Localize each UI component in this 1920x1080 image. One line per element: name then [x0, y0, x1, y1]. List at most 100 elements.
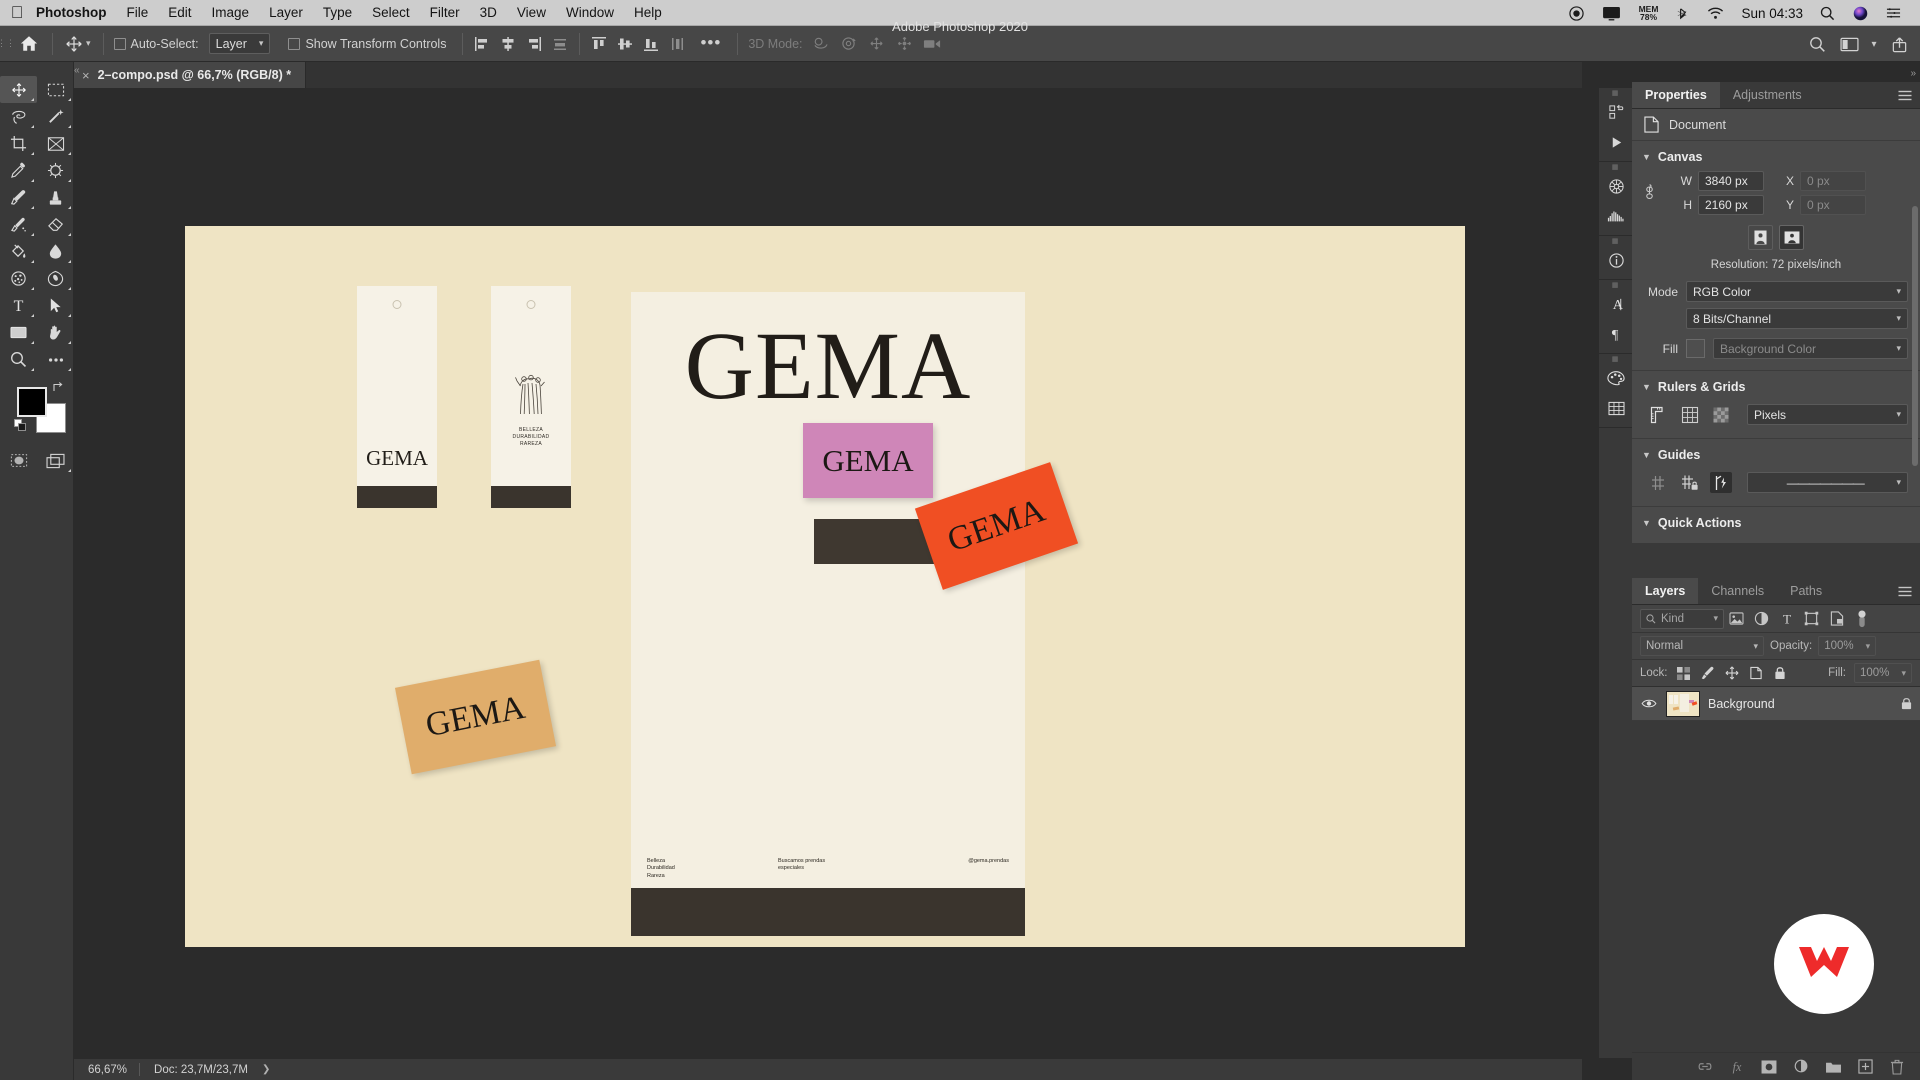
show-rulers-icon[interactable]: [1648, 404, 1670, 425]
align-left-edges-icon[interactable]: [469, 31, 495, 57]
tool-rectangular-marquee[interactable]: [37, 76, 74, 103]
link-dimensions-icon[interactable]: [1632, 183, 1666, 203]
distribute-horizontal-icon[interactable]: [547, 31, 573, 57]
reset-colors-icon[interactable]: [14, 419, 27, 432]
align-horizontal-centers-icon[interactable]: [495, 31, 521, 57]
menu-filter[interactable]: Filter: [420, 0, 470, 26]
tool-eraser[interactable]: [37, 211, 74, 238]
show-transform-checkbox-group[interactable]: Show Transform Controls: [284, 37, 450, 51]
memory-indicator[interactable]: MEM 78%: [1630, 0, 1668, 26]
menu-help[interactable]: Help: [624, 0, 672, 26]
tabbar-collapse-icon[interactable]: «: [74, 65, 80, 76]
menu-view[interactable]: View: [507, 0, 556, 26]
lock-artboard-nesting-icon[interactable]: [1748, 664, 1764, 682]
lock-position-icon[interactable]: [1724, 664, 1740, 682]
landscape-orientation-button[interactable]: [1779, 225, 1804, 250]
auto-select-scope-dropdown[interactable]: Layer ▾: [208, 33, 271, 54]
new-adjustment-layer-icon[interactable]: [1792, 1058, 1810, 1076]
tab-channels[interactable]: Channels: [1698, 578, 1777, 604]
3d-slide-icon[interactable]: [891, 31, 919, 57]
properties-scrollbar[interactable]: [1912, 206, 1918, 466]
bit-depth-dropdown[interactable]: 8 Bits/Channel ▾: [1686, 308, 1908, 329]
3d-camera-icon[interactable]: [919, 31, 947, 57]
artwork-card-tan[interactable]: GEMA: [394, 659, 557, 775]
tool-pen[interactable]: [37, 265, 74, 292]
artwork-card-pink[interactable]: GEMA: [803, 423, 933, 498]
menu-photoshop[interactable]: Photoshop: [26, 0, 117, 26]
section-canvas-header[interactable]: ▼ Canvas: [1632, 141, 1920, 169]
color-wheel-icon[interactable]: [1599, 171, 1633, 201]
add-layer-mask-icon[interactable]: [1760, 1058, 1778, 1076]
align-vertical-centers-icon[interactable]: [612, 31, 638, 57]
properties-panel-menu-icon[interactable]: [1898, 82, 1912, 109]
zoom-level[interactable]: 66,67%: [74, 1064, 139, 1076]
layer-row-background[interactable]: Background: [1632, 687, 1920, 721]
tool-brush[interactable]: [0, 184, 37, 211]
filter-pixel-layers-icon[interactable]: [1724, 606, 1749, 632]
menu-file[interactable]: File: [117, 0, 159, 26]
rail-grip[interactable]: ▦: [1599, 236, 1632, 245]
lock-transparent-pixels-icon[interactable]: [1676, 664, 1692, 682]
bluetooth-icon[interactable]: [1667, 0, 1698, 26]
histogram-icon[interactable]: [1599, 201, 1633, 231]
more-options-button[interactable]: •••: [690, 34, 731, 51]
show-transform-checkbox[interactable]: [288, 37, 301, 50]
history-icon[interactable]: [1599, 97, 1633, 127]
display-icon[interactable]: [1593, 0, 1630, 26]
artwork-tag-illustrated[interactable]: BELLEZA DURABILIDAD RAREZA: [491, 286, 571, 508]
filter-adjustment-layers-icon[interactable]: [1749, 606, 1774, 632]
auto-select-checkbox[interactable]: [113, 37, 126, 50]
paragraph-panel-icon[interactable]: ¶: [1599, 319, 1633, 349]
layer-filter-kind-dropdown[interactable]: Kind ▾: [1640, 608, 1724, 629]
opacity-value-field[interactable]: 100% ▾: [1818, 636, 1877, 656]
new-group-icon[interactable]: [1824, 1058, 1842, 1076]
foreground-color-swatch[interactable]: [17, 387, 47, 417]
lock-all-icon[interactable]: [1772, 664, 1788, 682]
menu-edit[interactable]: Edit: [158, 0, 201, 26]
menu-image[interactable]: Image: [202, 0, 260, 26]
fill-color-swatch[interactable]: [1686, 339, 1705, 358]
ruler-units-dropdown[interactable]: Pixels ▾: [1747, 404, 1908, 425]
tool-eyedropper[interactable]: [0, 157, 37, 184]
tool-zoom[interactable]: [0, 346, 37, 373]
lock-image-pixels-icon[interactable]: [1700, 664, 1716, 682]
active-tool-move[interactable]: ▾: [59, 35, 97, 53]
home-button[interactable]: [12, 26, 46, 62]
fill-source-dropdown[interactable]: Background Color ▾: [1713, 338, 1908, 359]
filter-type-layers-icon[interactable]: T: [1774, 606, 1799, 632]
options-bar-grip[interactable]: ⋮⋮: [0, 26, 15, 62]
menu-clock[interactable]: Sun 04:33: [1733, 6, 1811, 21]
workspace-layout-icon[interactable]: [1834, 29, 1864, 59]
3d-roll-icon[interactable]: [835, 31, 863, 57]
status-expand-icon[interactable]: ❯: [262, 1064, 270, 1075]
document-tab[interactable]: × 2–compo.psd @ 66,7% (RGB/8) *: [74, 62, 307, 88]
swatches-palette-icon[interactable]: [1599, 363, 1633, 393]
layers-panel-menu-icon[interactable]: [1898, 578, 1912, 605]
tool-gradient-paint-bucket[interactable]: [0, 238, 37, 265]
menu-select[interactable]: Select: [362, 0, 420, 26]
3d-pan-icon[interactable]: [863, 31, 891, 57]
canvas-height-input[interactable]: 2160 px: [1698, 195, 1764, 215]
rail-grip[interactable]: ▦: [1599, 162, 1632, 171]
close-icon[interactable]: ×: [82, 68, 90, 83]
tool-magic-wand[interactable]: [37, 103, 74, 130]
tab-properties[interactable]: Properties: [1632, 82, 1720, 108]
tool-clone-stamp[interactable]: [37, 184, 74, 211]
lock-guides-icon[interactable]: [1679, 472, 1701, 493]
color-mode-dropdown[interactable]: RGB Color ▾: [1686, 281, 1908, 302]
screen-record-icon[interactable]: [1560, 0, 1593, 26]
tool-path-selection[interactable]: [37, 292, 74, 319]
tool-chevron-down-icon[interactable]: ▾: [86, 38, 91, 49]
info-icon[interactable]: [1599, 245, 1633, 275]
canvas-y-input[interactable]: 0 px: [1800, 195, 1866, 215]
link-layers-icon[interactable]: [1696, 1058, 1714, 1076]
align-top-edges-icon[interactable]: [586, 31, 612, 57]
tool-blur[interactable]: [37, 238, 74, 265]
workspace-chevron-down-icon[interactable]: ▾: [1866, 29, 1882, 59]
menu-window[interactable]: Window: [556, 0, 624, 26]
section-quick-actions-header[interactable]: ▼ Quick Actions: [1632, 507, 1920, 535]
tab-layers[interactable]: Layers: [1632, 578, 1699, 604]
canvas-width-input[interactable]: 3840 px: [1698, 171, 1764, 191]
search-icon[interactable]: [1802, 29, 1832, 59]
tool-dodge-sponge[interactable]: [0, 265, 37, 292]
